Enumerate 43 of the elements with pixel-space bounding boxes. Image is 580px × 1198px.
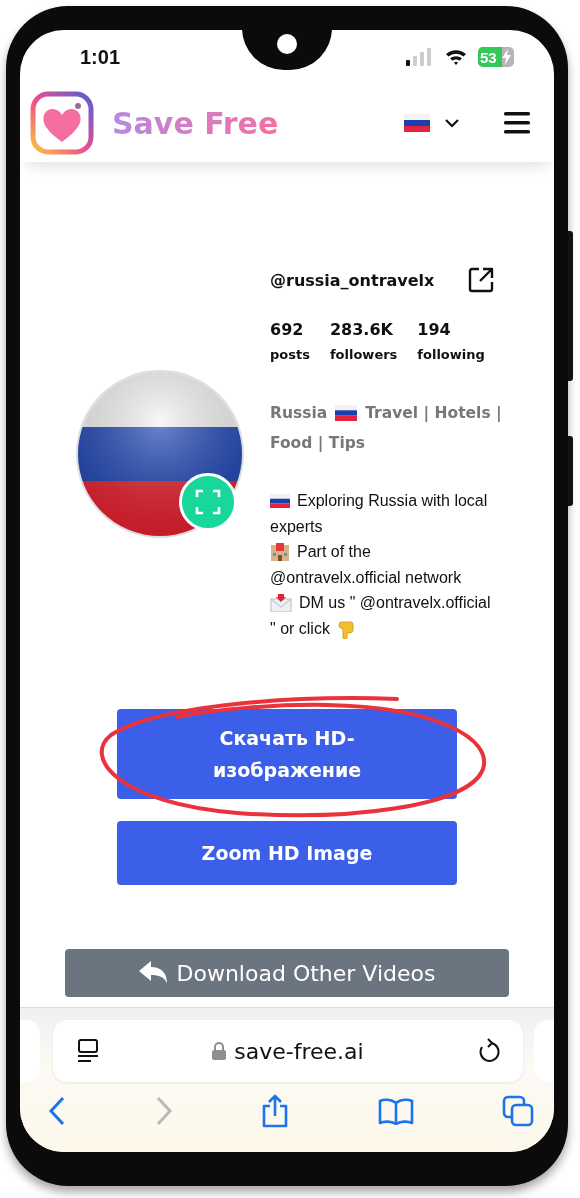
external-link-icon[interactable]: [467, 266, 495, 294]
expand-icon: [195, 488, 221, 515]
url-text: save-free.ai: [234, 1038, 364, 1064]
bio-text: DM us " @ontravelx.official: [299, 593, 491, 613]
lock-icon: [212, 1042, 227, 1060]
envelope-icon: [270, 593, 292, 612]
download-other-button[interactable]: Download Other Videos: [65, 949, 509, 997]
flag-icon: [335, 405, 358, 421]
download-button[interactable]: Скачать HD-изображение: [117, 709, 457, 799]
language-selector[interactable]: [404, 114, 460, 132]
stat-value: 194: [417, 320, 452, 339]
wifi-icon: [444, 48, 468, 66]
bio-text: " or click: [270, 618, 330, 639]
bio-text: @ontravelx.official network: [270, 567, 462, 588]
status-time: 1:01: [80, 45, 121, 69]
reply-arrow-icon: [138, 961, 169, 985]
heart-logo-icon[interactable]: [30, 91, 94, 155]
stat-label: following: [417, 347, 485, 362]
bio-title-text: Food | Tips: [270, 433, 365, 454]
bio-text: Exploring Russia with local: [297, 491, 488, 511]
stat-label: posts: [270, 347, 310, 362]
menu-icon[interactable]: [504, 112, 530, 134]
stat-label: followers: [329, 347, 398, 362]
bookmarks-icon[interactable]: [377, 1097, 414, 1125]
username: @russia_ontravelx: [270, 270, 435, 290]
tabs-icon[interactable]: [502, 1095, 534, 1127]
hotel-icon: [270, 542, 290, 561]
address-bar[interactable]: save-free.ai: [53, 1020, 523, 1082]
reader-icon[interactable]: [77, 1039, 99, 1063]
bio-title-text: Travel | Hotels |: [365, 403, 502, 424]
battery-indicator: 53: [478, 47, 514, 67]
signal-icon: [406, 48, 434, 66]
bio-text: Part of the: [297, 542, 371, 562]
back-icon[interactable]: [48, 1096, 66, 1126]
reload-icon[interactable]: [477, 1038, 501, 1064]
bio-title-text: Russia: [270, 403, 328, 424]
flag-icon: [270, 493, 290, 508]
download-button[interactable]: Zoom HD Image: [117, 821, 457, 885]
stat-value: 283.6K: [329, 320, 394, 339]
bio-text: experts: [270, 516, 323, 537]
stat-value: 692: [270, 320, 305, 339]
share-icon[interactable]: [261, 1094, 289, 1128]
chevron-down-icon: [444, 118, 460, 128]
